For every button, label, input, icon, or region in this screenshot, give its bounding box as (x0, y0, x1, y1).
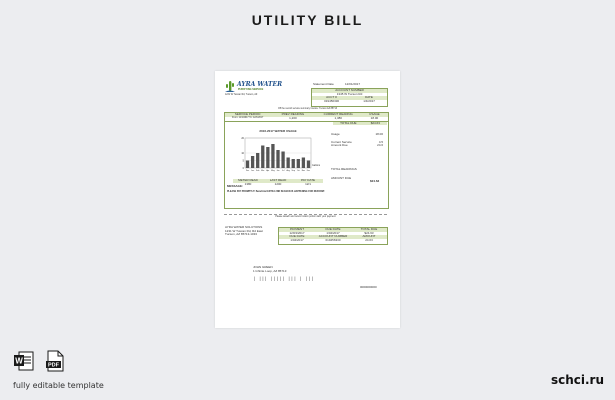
page-title: UTILITY BILL (251, 12, 364, 28)
chart-xtick-label: Aug (286, 169, 289, 172)
service-summary-box: SERVICE PERIOD PREV READING CURRENT READ… (224, 112, 389, 209)
cactus-logo-icon (225, 79, 235, 93)
side-row-amount: Amount Due 24.6 (331, 143, 383, 148)
stub2-v2: 019456330 (325, 237, 341, 242)
side-label-amount: Amount Due (331, 143, 348, 147)
chart-bar (306, 160, 311, 168)
chart-bar (286, 157, 290, 168)
chart-bar (301, 157, 306, 168)
chart-ytick-label: 0 (243, 167, 245, 170)
statement-date: 12/01/2017 (345, 82, 361, 86)
amount-due-label: AMOUNT DUE (331, 176, 352, 180)
usage-bar-chart: 201050Dec Jan Feb Mar Apr May Jun Jul Aug Sep Oct N… (241, 137, 321, 172)
chart-ytick-label: 5 (243, 159, 245, 162)
word-file-icon: W (13, 350, 35, 372)
total-readings-label: TOTAL READINGS (331, 167, 357, 171)
chart-bar (271, 143, 275, 168)
side-summary: Usage 18.00 Current Service 4.5 Amount D… (331, 132, 383, 148)
remit-address: AYRA WATER SOLUTIONS 1231 W Tuscan Rd, R… (225, 225, 263, 237)
last-read-value: 1200 (274, 181, 282, 186)
svg-text:W: W (15, 357, 23, 366)
chart-xtick-label: Dec (307, 170, 310, 172)
total-due-value: $24.63 (370, 120, 380, 125)
stub-value-row-2: 1/04/2017 019456330 24.63 (279, 237, 387, 243)
stub2-v1: 1/04/2017 (290, 237, 304, 242)
chart-bar (245, 160, 250, 168)
company-name: AYRA WATER (237, 81, 283, 88)
footer-note: fully editable template (13, 381, 104, 390)
message-text: PLEASE PAY PROMPTLY! Beneficial EXTRA 2N… (227, 191, 325, 193)
chart-bar (250, 155, 255, 168)
side-value-amount: 24.6 (377, 143, 383, 147)
cell-prev-reading: 1,200 (289, 116, 297, 120)
chart-bar (281, 151, 285, 168)
account-box: ACCOUNT NUMBER 1345 W Tucson Rd ACCT # D… (311, 88, 388, 107)
postal-barcode: | ||| ||||| ||| | ||| (253, 276, 315, 281)
amount-due-value: $24.63 (370, 179, 380, 183)
acct-date: 1/4/2017 (363, 98, 375, 103)
company-address: 1231 W Tuscan Rd, Tucson, AZ (225, 94, 258, 96)
footer-code: 0000000000 (360, 285, 377, 289)
chart-xtick-label: Apr (266, 169, 269, 172)
tear-instruction: Please detach and return bottom portion … (275, 216, 336, 218)
chart-bar (276, 149, 280, 168)
chart-xtick-label: May (271, 170, 275, 172)
chart-ytick-label: 10 (241, 152, 244, 155)
side-value-usage: 18.00 (375, 132, 383, 136)
customer-line-2: 1 Infinite Loop, AZ 85713 (253, 268, 287, 273)
chart-xtick-label: Sep (292, 170, 295, 172)
side-label-usage: Usage (331, 132, 340, 136)
cell-service-period: From: 11/1/2017 To: 12/1/2017 (232, 117, 264, 119)
usage-chart: 2016-2017 WATER USAGE 20 10 5 0 Dec Jan Feb Mar… (233, 129, 323, 178)
remit-line-3: Tucson, AZ 85713-1033 (225, 232, 257, 236)
brand-site: schci.ru (550, 373, 604, 387)
chart-xtick-label: Jan (251, 170, 254, 172)
chart-xtick-label: Mar (261, 169, 265, 172)
utility-bill-document: AYRA WATER PURIFYING SERVICE 1231 W Tusc… (215, 71, 400, 328)
payment-stub-box: PAYMENT DUE DATE TOTAL DUE 12/03/2017 1/… (278, 227, 388, 245)
total-due-row: TOTAL DUE $24.63 (333, 120, 387, 125)
chart-legend: Gallons (312, 164, 321, 167)
chart-xtick-label: Jun (276, 170, 279, 172)
statement-date-label: Statement Date (313, 82, 334, 86)
message-label: MESSAGE: (227, 184, 244, 188)
chart-ytick-label: 20 (241, 137, 244, 140)
chart-xtick-label: Feb (256, 170, 259, 172)
pdf-file-icon: PDF (44, 350, 66, 372)
notice-line: Off the record service summary Invoice: … (277, 108, 338, 110)
chart-xtick-label: Oct (297, 169, 300, 172)
stub2-v3: 24.63 (365, 237, 373, 242)
acct-number: 019456330 (324, 98, 340, 103)
pay-date-value: 12/1 (305, 181, 311, 186)
company-tagline: PURIFYING SERVICE (238, 88, 264, 91)
meter-value-row: 1380 1200 12/1 (233, 181, 323, 187)
chart-xtick-label: Dec (246, 170, 249, 172)
tear-line (224, 214, 387, 215)
chart-xtick-label: Jul (282, 170, 285, 172)
chart-bar (291, 158, 295, 168)
chart-bar (261, 145, 265, 168)
total-due-label: TOTAL DUE (340, 120, 357, 125)
pdf-icon-label: PDF (48, 363, 60, 369)
chart-bar (296, 158, 300, 168)
account-row-values: 019456330 1/4/2017 (312, 98, 387, 104)
customer-address: JOHN GREEN 1 Infinite Loop, AZ 85713 (253, 265, 287, 273)
chart-bar (256, 152, 260, 168)
chart-bar (266, 146, 270, 168)
chart-xtick-label: Nov (302, 170, 305, 172)
